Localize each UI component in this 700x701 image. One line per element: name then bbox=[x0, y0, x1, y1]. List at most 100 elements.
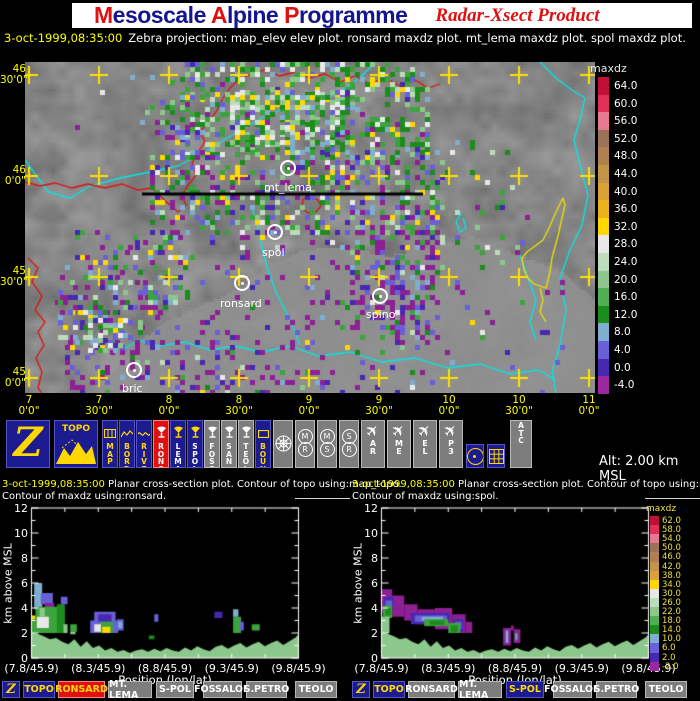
colorbar-swatch bbox=[598, 288, 609, 307]
toolbar-button-topo[interactable]: TOPO bbox=[54, 420, 98, 468]
xsect-source-right-mt-lema[interactable]: MT. LEMA bbox=[458, 679, 502, 701]
toolbar-button-teolo[interactable]: TEOLO bbox=[238, 420, 254, 468]
toolbar-button-lema[interactable]: LEMA bbox=[170, 420, 186, 468]
title-bar: Mesoscale Alpine Programme Radar-Xsect P… bbox=[72, 2, 692, 29]
toolbar-button-foss[interactable]: FOSS bbox=[204, 420, 220, 468]
toolbar-button-p3[interactable]: ✈ P 3 bbox=[439, 420, 463, 468]
colorbar-swatch bbox=[598, 112, 609, 131]
colorbar-value: 20.0 bbox=[614, 273, 638, 286]
xsect-source-right-topo[interactable]: TOPO bbox=[373, 681, 405, 698]
colorbar-swatch bbox=[598, 147, 609, 166]
colorbar-swatch bbox=[598, 94, 609, 113]
map-x-tick-label: 8 30'0" bbox=[225, 394, 253, 417]
toolbar-button-sanp[interactable]: SAN-P bbox=[221, 420, 237, 468]
map-y-tick-label: 45 0'0" bbox=[4, 366, 26, 389]
xsect-source-left-s-pol[interactable]: S-POL bbox=[156, 681, 194, 698]
radar-web-icon bbox=[275, 435, 291, 452]
colorbar-title: maxdz bbox=[590, 62, 627, 75]
status-text: Zebra projection: map_elev elev plot. ro… bbox=[128, 31, 686, 45]
map-x-tick-label: 7 30'0" bbox=[85, 394, 113, 417]
button-label: LEMA bbox=[174, 442, 182, 467]
xsect-source-left-topo[interactable]: TOPO bbox=[23, 681, 55, 698]
xsect-source-right-s-petro[interactable]: S.PETRO bbox=[594, 681, 639, 698]
xsect-source-right-z[interactable]: Z bbox=[352, 681, 370, 698]
toolbar-button-grid[interactable] bbox=[487, 444, 505, 468]
radar-site-dot bbox=[287, 167, 290, 170]
toolbar-button-rivers[interactable]: RIVERS bbox=[136, 420, 152, 468]
xsect-source-left-z[interactable]: Z bbox=[2, 681, 20, 698]
mini-colorbar-swatch bbox=[650, 661, 659, 672]
xsect-x-tick: (7.8/45.9) bbox=[354, 662, 409, 675]
toolbar-button-rons[interactable]: RONS bbox=[153, 420, 169, 468]
radar-site-label-spino: spino bbox=[366, 308, 396, 321]
colorbar-swatch bbox=[598, 305, 609, 324]
colorbar-value: 16.0 bbox=[614, 291, 638, 304]
xsect-source-right-ronsard[interactable]: RONSARD bbox=[405, 681, 458, 698]
xsect-source-left-fossalon[interactable]: FOSSALON bbox=[194, 681, 251, 698]
toolbar-button-zebra[interactable]: Z bbox=[6, 420, 50, 468]
map-y-tick-label: 46 30'0" bbox=[0, 63, 28, 86]
aircraft-icon: ✈ bbox=[413, 420, 437, 443]
radar-site-marker-ronsard bbox=[234, 275, 250, 291]
xsect-source-right-fossalon[interactable]: FOSSALON bbox=[544, 681, 601, 698]
map-y-tick-label: 45 30'0" bbox=[0, 265, 28, 288]
app-title-segment: A bbox=[210, 2, 228, 28]
radar-dish-icon bbox=[206, 423, 219, 442]
colorbar-value: 64.0 bbox=[614, 80, 638, 92]
button-label: FOSS bbox=[208, 442, 216, 467]
toolbar-button-sr[interactable]: SR bbox=[339, 420, 359, 468]
toolbar-button-mr[interactable]: MR bbox=[295, 420, 315, 468]
xsect-y-tick: 12 bbox=[14, 502, 28, 515]
button-label: TEOLO bbox=[242, 442, 250, 467]
colorbar-swatch bbox=[598, 323, 609, 342]
toolbar-button-ms[interactable]: MS bbox=[317, 420, 337, 468]
xsect-header-left: 3-oct-1999,08:35:00 Planar cross-section… bbox=[2, 479, 402, 490]
radar-site-marker-mt_lema bbox=[280, 160, 296, 176]
toolbar-button-web[interactable] bbox=[273, 420, 293, 468]
xsect-ylabel-right: km above MSL bbox=[351, 543, 365, 624]
toolbar-button-me[interactable]: ✈ M E bbox=[387, 420, 411, 468]
button-label: RIVERS bbox=[141, 442, 147, 467]
toolbar-button-spol[interactable]: SPOL bbox=[187, 420, 203, 468]
xsect-header-right: 3-oct-1999,08:35:00 Planar cross-section… bbox=[352, 479, 700, 490]
xsect-x-tick: (9.8/45.9) bbox=[271, 662, 326, 675]
app-root: { "header": { "title_segments": [ {"text… bbox=[0, 0, 700, 701]
toolbar-button-ar[interactable]: ✈ A R bbox=[361, 420, 385, 468]
colorbar-value: 8.0 bbox=[614, 326, 631, 339]
button-label: AR bbox=[369, 439, 377, 456]
colorbar-value: 56.0 bbox=[614, 115, 638, 128]
toolbar-button-atc[interactable]: ATC bbox=[510, 420, 532, 468]
map-x-tick-label: 7 0'0" bbox=[18, 394, 40, 417]
app-title: Mesoscale Alpine Programme bbox=[94, 2, 408, 29]
xsect-source-left-mt-lema[interactable]: MT. LEMA bbox=[108, 679, 152, 701]
status-line: 3-oct-1999,08:35:00 Zebra projection: map… bbox=[4, 31, 686, 45]
radar-site-dot bbox=[133, 369, 136, 372]
grid-icon bbox=[488, 449, 504, 464]
xsect-source-left-s-petro[interactable]: S.PETRO bbox=[244, 681, 289, 698]
mode-circle-icon: SR bbox=[341, 429, 357, 457]
button-label: SPOL bbox=[191, 442, 199, 467]
map-display[interactable] bbox=[25, 62, 595, 393]
xsect-source-right-teolo[interactable]: TEOLO bbox=[645, 681, 687, 698]
colorbar-swatch bbox=[598, 341, 609, 360]
button-label: BORDERS bbox=[123, 442, 131, 467]
aircraft-icon: ✈ bbox=[361, 420, 385, 443]
toolbar-button-bounds[interactable]: BOUNDS bbox=[255, 420, 271, 468]
button-label: MAP bbox=[106, 442, 114, 466]
mountain-icon bbox=[56, 439, 96, 464]
button-label: ME bbox=[395, 439, 403, 456]
toolbar-button-dot[interactable] bbox=[466, 444, 484, 468]
xsect-source-left-ronsard[interactable]: RONSARD bbox=[55, 681, 108, 698]
xsect-source-left-teolo[interactable]: TEOLO bbox=[295, 681, 337, 698]
button-label: BOUNDS bbox=[259, 442, 267, 467]
map-y-tick-label: 46 0'0" bbox=[4, 164, 26, 187]
radar-site-dot bbox=[274, 231, 277, 234]
map-x-tick-label: 9 0'0" bbox=[298, 394, 320, 417]
xsect-source-right-s-pol[interactable]: S-POL bbox=[506, 681, 544, 698]
toolbar-button-borders[interactable]: BORDERS bbox=[119, 420, 135, 468]
toolbar-button-map[interactable]: MAP bbox=[102, 420, 118, 468]
radar-dish-icon bbox=[240, 423, 253, 442]
toolbar-button-el[interactable]: ✈ E L bbox=[413, 420, 437, 468]
button-label: EL bbox=[422, 439, 428, 456]
map-x-tick-label: 9 30'0" bbox=[365, 394, 393, 417]
